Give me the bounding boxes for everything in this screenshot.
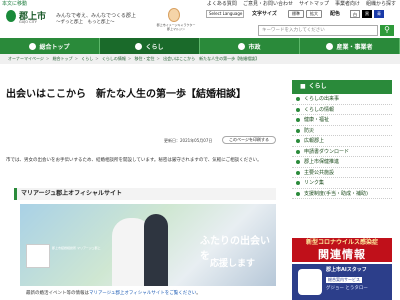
- breadcrumb-current: 出会いはここから 新たな人生の第一歩【結婚相談】: [163, 56, 260, 61]
- section-heading: マリアージュ郡上オフィシャルサイト: [14, 188, 276, 200]
- breadcrumb-item[interactable]: 総合トップ: [53, 56, 73, 61]
- corona-info-banner[interactable]: 新型コロナウイルス感染症 関連情報: [292, 238, 392, 262]
- org-link[interactable]: 組織から探す: [366, 0, 396, 8]
- official-site-link[interactable]: マリアージュ郡上オフィシャルサイトをご覧ください: [89, 291, 196, 296]
- marriage-banner-image[interactable]: 郡上市結婚相談所 マリアージュ郡上 ふたりの出会いを 応援します: [20, 204, 276, 286]
- ai-banner-caption: グジョー とうタロー: [326, 286, 368, 291]
- skip-to-content-link[interactable]: 本文に移動: [2, 0, 27, 8]
- sidebar-item[interactable]: 主要公共施設: [292, 168, 392, 178]
- breadcrumb-item[interactable]: くらし: [81, 56, 93, 61]
- sidebar-item[interactable]: 支援制度(手当・助成・補助): [292, 189, 392, 199]
- site-logo-roman: GUJO CITY: [19, 20, 37, 24]
- sidebar-item[interactable]: 防災: [292, 126, 392, 136]
- home-icon: [29, 42, 37, 50]
- sidebar: ■ くらし くらしの出来事 くらしの情報 健康・福祉 防災 広報郡上 申請書ダウン…: [292, 80, 392, 199]
- search-icon[interactable]: ⚲: [380, 25, 394, 36]
- color-black-button[interactable]: 黒: [362, 10, 372, 18]
- sidebar-item[interactable]: くらしの出来事: [292, 94, 392, 105]
- color-scheme-label: 配色: [330, 11, 341, 17]
- factory-icon: [326, 42, 334, 50]
- slogan-line1: みんなで考え、みんなでつくる郡上: [56, 13, 136, 19]
- sidebar-item[interactable]: リンク集: [292, 178, 392, 189]
- sidebar-item[interactable]: 健康・福祉: [292, 115, 392, 126]
- top-utility-bar: 本文に移動 よくある質問 ご意見・お問い合わせ サイトマップ 事業者向け 組織か…: [0, 0, 400, 8]
- text-size-large-button[interactable]: 拡大: [306, 10, 322, 18]
- corona-banner-title: 新型コロナウイルス感染症: [305, 239, 378, 246]
- city-emblem-icon[interactable]: [6, 10, 16, 22]
- sitemap-link[interactable]: サイトマップ: [299, 0, 329, 8]
- breadcrumb-item[interactable]: 移住・定住: [134, 56, 154, 61]
- tab-kurashi[interactable]: くらし: [100, 38, 200, 54]
- color-blue-button[interactable]: 青: [374, 10, 384, 18]
- slogan-line2: 〜ずっと郡上 もっと郡上〜: [56, 20, 115, 25]
- text-size-standard-button[interactable]: 標準: [288, 10, 304, 18]
- ai-banner-badge: 総合案内サービス: [326, 277, 362, 283]
- print-button[interactable]: このページを印刷する: [222, 136, 276, 144]
- breadcrumb-item[interactable]: くらしの情報: [102, 56, 126, 61]
- search-input[interactable]: キーワードを入力してください: [258, 25, 378, 36]
- utility-links: よくある質問 ご意見・お問い合わせ サイトマップ 事業者向け 組織から探す: [207, 0, 396, 8]
- banner-catch-line2: 応援します: [210, 259, 256, 269]
- text-size-label: 文字サイズ: [252, 11, 277, 17]
- global-navigation: 総合トップ くらし 市政 産業・事業者: [0, 38, 400, 54]
- color-white-button[interactable]: 白: [350, 10, 360, 18]
- page-title: 出会いはここから 新たな人生の第一歩【結婚相談】: [6, 89, 246, 100]
- intro-text: 市では、男女の出会いをお手伝いするため、結婚相談所を開設しています。秘密は厳守さ…: [6, 158, 262, 163]
- business-link[interactable]: 事業者向け: [335, 0, 360, 8]
- contact-link[interactable]: ご意見・お問い合わせ: [243, 0, 293, 8]
- tab-top[interactable]: 総合トップ: [0, 38, 100, 54]
- mascot-caption: 郡上市イメージキャラクター 郡上マルジン: [156, 23, 196, 31]
- sidebar-item[interactable]: くらしの情報: [292, 105, 392, 115]
- sidebar-item[interactable]: 郡上市保健推進: [292, 157, 392, 168]
- breadcrumb: オーナーマイページ > 総合トップ > くらし > くらしの情報 > 移住・定住 > 出会…: [0, 54, 400, 64]
- sidebar-item[interactable]: 申請書ダウンロード: [292, 147, 392, 157]
- breadcrumb-item[interactable]: オーナーマイページ: [8, 56, 44, 61]
- footnote: 最新の婚活イベント等の情報はマリアージュ郡上オフィシャルサイトをご覧ください。: [26, 291, 201, 296]
- banner-brand-caption: 郡上市結婚相談所 マリアージュ郡上: [52, 246, 101, 250]
- tab-shisei[interactable]: 市政: [200, 38, 300, 54]
- robot-icon: [298, 269, 322, 295]
- house-icon: ■: [300, 83, 306, 90]
- faq-link[interactable]: よくある質問: [207, 0, 237, 8]
- updated-date: 更新日：2021年05月07日: [164, 138, 213, 143]
- groom-figure: [144, 214, 168, 286]
- sidebar-item[interactable]: 広報郡上: [292, 136, 392, 147]
- ai-banner-title: 郡上市AIスタッフ: [326, 267, 367, 273]
- mascot-icon: [168, 8, 180, 22]
- tab-sangyo[interactable]: 産業・事業者: [300, 38, 400, 54]
- language-select[interactable]: Select Language: [206, 10, 244, 18]
- house-icon: [135, 42, 143, 50]
- building-icon: [238, 42, 246, 50]
- ai-staff-banner[interactable]: 郡上市AIスタッフ 総合案内サービス グジョー とうタロー: [292, 264, 392, 300]
- sidebar-heading: ■ くらし: [292, 80, 392, 94]
- corona-banner-subtitle: 関連情報: [318, 248, 366, 261]
- mariage-logo-icon: [26, 244, 50, 268]
- main-content: 出会いはここから 新たな人生の第一歩【結婚相談】 更新日：2021年05月07日…: [6, 70, 282, 300]
- site-header: 郡上市 GUJO CITY みんなで考え、みんなでつくる郡上 〜ずっと郡上 もっ…: [0, 8, 400, 38]
